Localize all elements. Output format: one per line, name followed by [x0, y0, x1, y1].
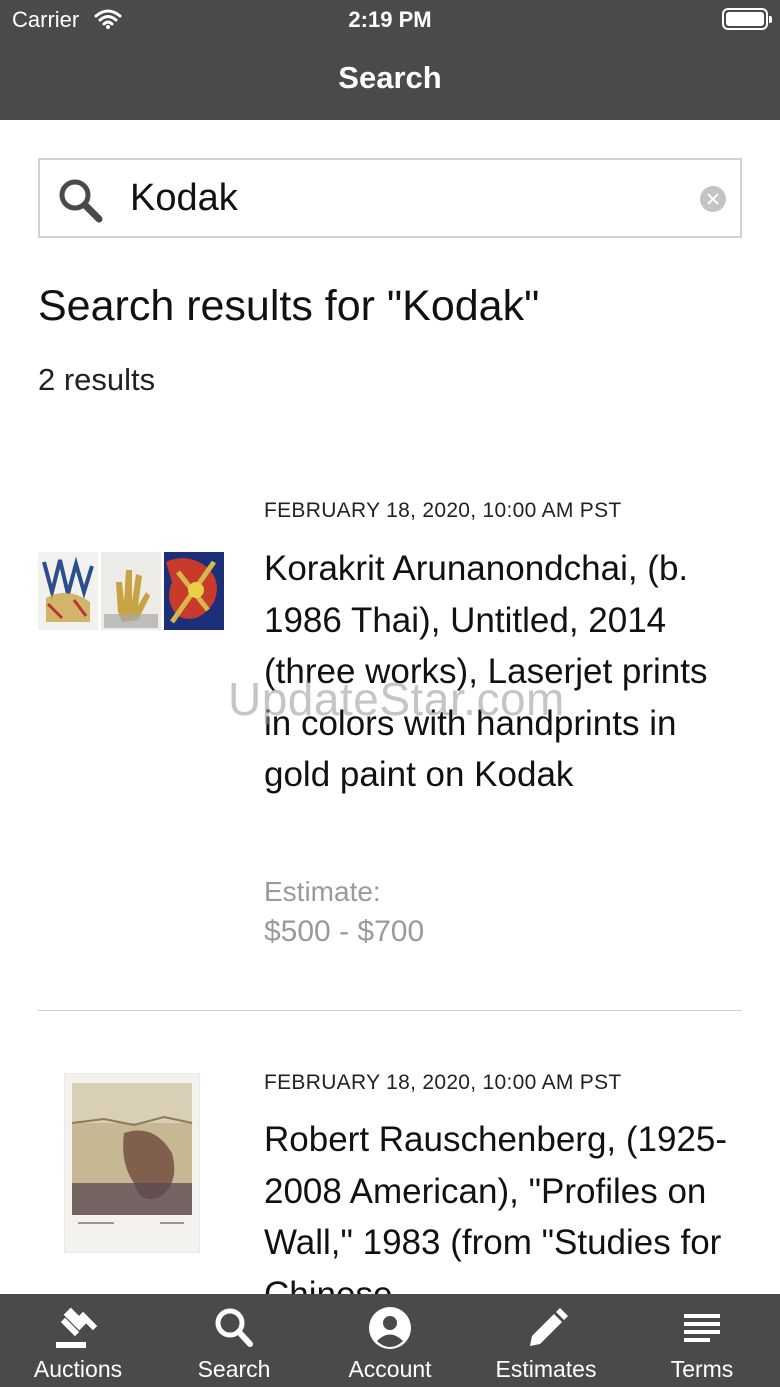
- tab-label: Account: [348, 1356, 432, 1382]
- tab-label: Terms: [670, 1356, 734, 1382]
- tab-label: Search: [197, 1356, 271, 1382]
- tab-search[interactable]: Search: [156, 1294, 312, 1387]
- list-icon: [678, 1306, 726, 1350]
- clock-time: 2:19 PM: [348, 7, 432, 32]
- status-bar: Carrier 2:19 PM: [0, 0, 780, 40]
- auction-date: FEBRUARY 18, 2020, 10:00 AM PST: [264, 499, 622, 522]
- search-icon: [56, 176, 104, 229]
- estimate-value: $500 - $700: [264, 915, 425, 948]
- estimate-label: Estimate:: [264, 876, 381, 907]
- result-thumbnail[interactable]: [63, 1072, 201, 1258]
- tab-account[interactable]: Account: [312, 1294, 468, 1387]
- tab-label: Auctions: [33, 1356, 123, 1382]
- item-title[interactable]: Robert Rauschenberg, (1925-2008 American…: [264, 1114, 742, 1320]
- clear-search-icon[interactable]: [700, 186, 726, 212]
- navigation-bar: Search: [0, 40, 780, 120]
- battery-icon: [722, 8, 772, 30]
- results-count: 2 results: [38, 362, 156, 397]
- tab-label: Estimates: [495, 1356, 597, 1382]
- pencil-icon: [522, 1306, 570, 1350]
- page-title: Search: [338, 60, 442, 95]
- search-icon: [210, 1306, 258, 1350]
- search-input[interactable]: [130, 172, 690, 224]
- search-bar[interactable]: [38, 158, 742, 238]
- tab-auctions[interactable]: Auctions: [0, 1294, 156, 1387]
- gavel-icon: [54, 1306, 102, 1350]
- result-thumbnail[interactable]: [38, 552, 224, 635]
- item-title[interactable]: Korakrit Arunanondchai, (b. 1986 Thai), …: [264, 543, 742, 801]
- results-heading: Search results for "Kodak": [38, 282, 540, 330]
- auction-date: FEBRUARY 18, 2020, 10:00 AM PST: [264, 1071, 622, 1094]
- result-divider: [38, 1010, 742, 1011]
- tab-bar: Auctions Search Account Estimates Terms: [0, 1294, 780, 1387]
- tab-estimates[interactable]: Estimates: [468, 1294, 624, 1387]
- account-icon: [366, 1306, 414, 1350]
- tab-terms[interactable]: Terms: [624, 1294, 780, 1387]
